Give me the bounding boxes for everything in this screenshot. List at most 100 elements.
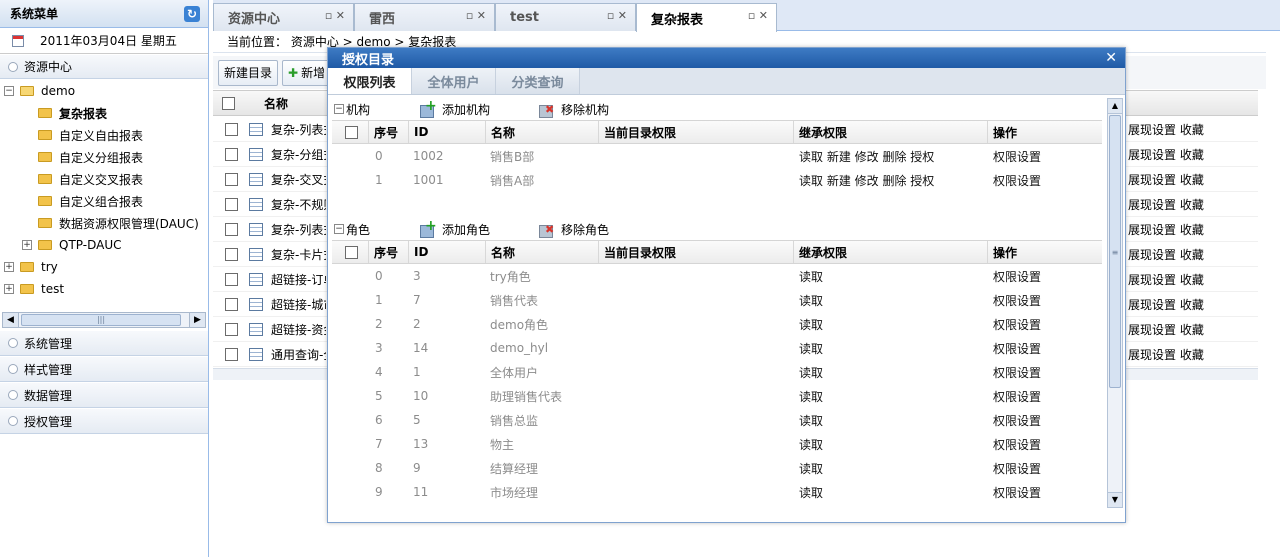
tab-item[interactable]: 资源中心 ▫ ✕ [213,3,354,31]
close-icon[interactable]: ✕ [1105,50,1117,66]
row-actions[interactable]: 展现设置 收藏 [1128,346,1204,363]
tab-close-icon[interactable]: ▫ ✕ [325,9,345,22]
table-row[interactable]: 9 11 市场经理 读取 权限设置 [332,480,1102,504]
table-row[interactable]: 8 9 结算经理 读取 权限设置 [332,456,1102,480]
tab-item[interactable]: test ▫ ✕ [495,3,636,31]
collapse-toggle-icon[interactable]: − [4,86,14,96]
expand-toggle-icon[interactable]: + [4,262,14,272]
tree-node[interactable]: + QTP-DAUC [0,234,208,256]
row-checkbox[interactable] [225,222,238,236]
tab-item[interactable]: 复杂报表 ▫ ✕ [636,3,777,32]
permission-settings-link[interactable]: 权限设置 [987,408,1102,432]
report-name[interactable]: 通用查询-全 [271,346,326,363]
accordion-panel[interactable]: 数据管理 [0,382,208,408]
table-row[interactable]: 6 5 销售总监 读取 权限设置 [332,408,1102,432]
report-name[interactable]: 复杂-交叉式 [271,171,326,188]
collapse-toggle-icon[interactable]: − [334,224,344,234]
dialog-tab[interactable]: 分类查询 [496,68,580,94]
row-actions[interactable]: 展现设置 收藏 [1128,171,1204,188]
tab-close-icon[interactable]: ▫ ✕ [748,9,768,22]
table-row[interactable]: 7 13 物主 读取 权限设置 [332,432,1102,456]
report-name[interactable]: 超链接-订单 [271,271,326,288]
add-role-button[interactable]: 添加角色 [420,218,490,238]
table-row[interactable]: 0 1002 销售B部 读取 新建 修改 删除 授权 权限设置 [332,144,1102,168]
row-checkbox[interactable] [225,122,238,136]
report-name[interactable]: 复杂-不规则 [271,196,326,213]
table-row[interactable]: 1 7 销售代表 读取 权限设置 [332,288,1102,312]
refresh-icon[interactable]: ↻ [184,6,200,22]
table-row[interactable]: 3 14 demo_hyl 读取 权限设置 [332,336,1102,360]
dialog-tab[interactable]: 权限列表 [328,68,412,94]
new-directory-button[interactable]: 新建目录 [218,59,279,86]
permission-settings-link[interactable]: 权限设置 [987,336,1102,360]
scroll-right-icon[interactable]: ▶ [189,313,205,327]
row-actions[interactable]: 展现设置 收藏 [1128,121,1204,138]
row-checkbox[interactable] [225,172,238,186]
table-row[interactable]: 5 10 助理销售代表 读取 权限设置 [332,384,1102,408]
table-row[interactable]: 4 1 全体用户 读取 权限设置 [332,360,1102,384]
row-checkbox[interactable] [225,247,238,261]
dialog-vertical-scrollbar[interactable]: ▲ ≡ ▼ [1107,98,1123,508]
permission-settings-link[interactable]: 权限设置 [987,264,1102,288]
permission-settings-link[interactable]: 权限设置 [987,288,1102,312]
table-row[interactable]: 1 1001 销售A部 读取 新建 修改 删除 授权 权限设置 [332,168,1102,192]
permission-settings-link[interactable]: 权限设置 [987,384,1102,408]
expand-toggle-icon[interactable]: + [4,284,14,294]
accordion-panel[interactable]: 授权管理 [0,408,208,434]
permission-settings-link[interactable]: 权限设置 [987,432,1102,456]
tree-node[interactable]: 自定义交叉报表 [0,168,208,190]
dialog-titlebar[interactable]: 授权目录 ✕ [328,48,1125,68]
report-name[interactable]: 复杂-分组式 [271,146,326,163]
report-name[interactable]: 复杂-列表式 [271,221,326,238]
row-actions[interactable]: 展现设置 收藏 [1128,271,1204,288]
tree-node[interactable]: 数据资源权限管理(DAUC) [0,212,208,234]
row-checkbox[interactable] [225,322,238,336]
permission-settings-link[interactable]: 权限设置 [987,168,1102,192]
row-checkbox[interactable] [225,272,238,286]
dialog-tab[interactable]: 全体用户 [412,68,496,94]
report-name[interactable]: 超链接-城市 [271,296,326,313]
report-name[interactable]: 复杂-卡片式 [271,246,326,263]
row-checkbox[interactable] [225,197,238,211]
role-select-all-checkbox[interactable] [345,245,358,259]
permission-settings-link[interactable]: 权限设置 [987,480,1102,504]
permission-settings-link[interactable]: 权限设置 [987,360,1102,384]
row-actions[interactable]: 展现设置 收藏 [1128,296,1204,313]
tree-node[interactable]: − demo [0,80,208,102]
scroll-thumb[interactable]: ||| [21,314,181,326]
table-row[interactable]: 0 3 try角色 读取 权限设置 [332,264,1102,288]
add-org-button[interactable]: 添加机构 [420,98,490,118]
row-checkbox[interactable] [225,347,238,361]
tree-node[interactable]: 自定义分组报表 [0,146,208,168]
tree-node[interactable]: 自定义组合报表 [0,190,208,212]
report-name[interactable]: 复杂-列表式 [271,121,326,138]
scroll-thumb[interactable]: ≡ [1109,115,1121,388]
row-checkbox[interactable] [225,147,238,161]
row-actions[interactable]: 展现设置 收藏 [1128,246,1204,263]
permission-settings-link[interactable]: 权限设置 [987,456,1102,480]
tree-node[interactable]: + try [0,256,208,278]
org-select-all-checkbox[interactable] [345,125,358,139]
scroll-up-icon[interactable]: ▲ [1108,99,1122,114]
add-button[interactable]: ✚ 新增 [282,59,332,86]
tab-close-icon[interactable]: ▫ ✕ [466,9,486,22]
panel-resource-center[interactable]: 资源中心 [0,54,208,79]
accordion-panel[interactable]: 样式管理 [0,356,208,382]
tab-close-icon[interactable]: ▫ ✕ [607,9,627,22]
tree-node[interactable]: + test [0,278,208,300]
row-actions[interactable]: 展现设置 收藏 [1128,196,1204,213]
report-name[interactable]: 超链接-资金 [271,321,326,338]
row-actions[interactable]: 展现设置 收藏 [1128,146,1204,163]
expand-toggle-icon[interactable]: + [22,240,32,250]
remove-org-button[interactable]: 移除机构 [539,101,609,118]
scroll-down-icon[interactable]: ▼ [1108,492,1122,507]
permission-settings-link[interactable]: 权限设置 [987,144,1102,168]
scroll-left-icon[interactable]: ◀ [3,313,19,327]
remove-role-button[interactable]: 移除角色 [539,221,609,238]
table-row[interactable]: 2 2 demo角色 读取 权限设置 [332,312,1102,336]
tab-item[interactable]: 雷西 ▫ ✕ [354,3,495,31]
row-actions[interactable]: 展现设置 收藏 [1128,321,1204,338]
select-all-checkbox[interactable] [222,96,235,110]
row-checkbox[interactable] [225,297,238,311]
permission-settings-link[interactable]: 权限设置 [987,312,1102,336]
